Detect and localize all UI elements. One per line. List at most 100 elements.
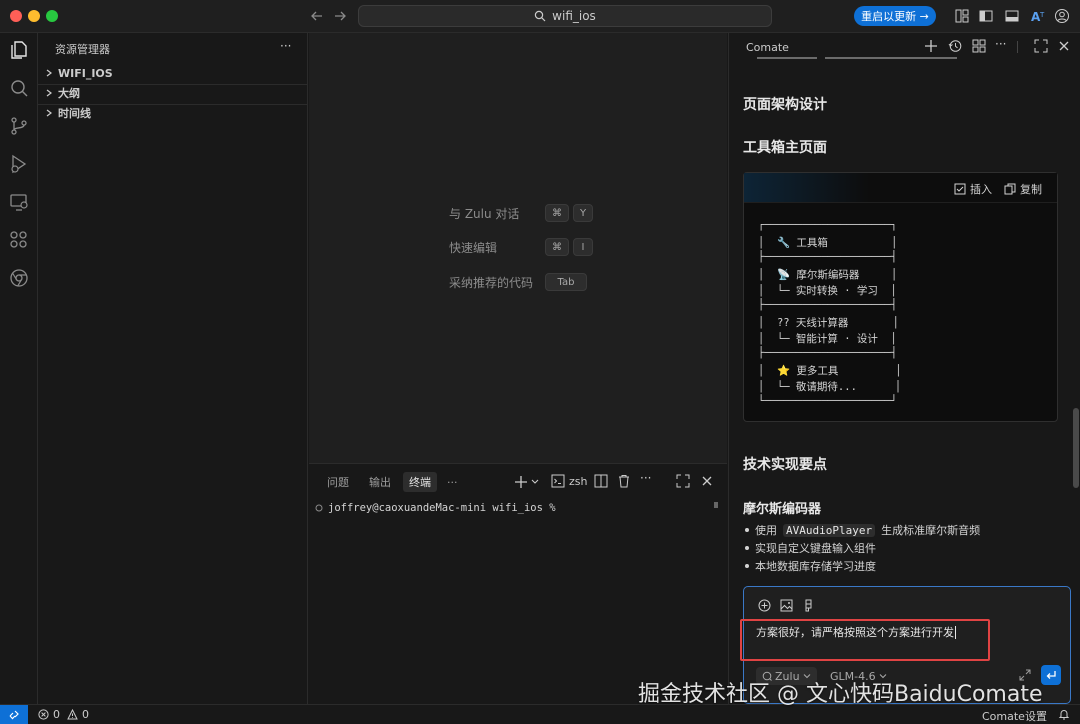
- explorer-more-button[interactable]: ···: [280, 39, 291, 53]
- trash-icon[interactable]: [617, 474, 631, 488]
- kbd-cmd: ⌘: [545, 204, 569, 222]
- chat-more-button[interactable]: ···: [995, 37, 1006, 51]
- watermark-text: 掘金技术社区 @ 文心快码BaiduComate: [638, 682, 1043, 707]
- hint-quick-edit: 快速编辑 ⌘ I: [449, 238, 593, 256]
- code-line: │ ⭐ 更多工具 │: [758, 365, 902, 377]
- close-panel-icon[interactable]: [700, 474, 714, 488]
- chevron-right-icon: [44, 88, 54, 98]
- heading-tech-points: 技术实现要点: [743, 457, 827, 473]
- code-line: │ 📡 摩尔斯编码器 │: [758, 269, 898, 281]
- shell-name: zsh: [569, 474, 588, 488]
- toggle-sidebar-icon[interactable]: [978, 8, 994, 24]
- tree-item-outline[interactable]: 大纲: [44, 83, 80, 103]
- bottom-panel: 问题 输出 终端 ··· zsh ··· joffrey@caoxuandeMa…: [309, 463, 727, 704]
- toggle-panel-icon[interactable]: [1004, 8, 1020, 24]
- split-terminal-icon[interactable]: [594, 474, 608, 488]
- tab-output[interactable]: 输出: [363, 472, 397, 492]
- plugins-icon[interactable]: [972, 39, 986, 53]
- search-icon: [534, 10, 546, 22]
- code-line: ├────────────────────┤: [758, 347, 898, 359]
- highlight-box: [740, 619, 990, 661]
- warning-icon: [67, 709, 78, 720]
- remote-icon: [8, 709, 20, 721]
- tree-item-label: 时间线: [58, 107, 91, 120]
- forward-arrow-icon[interactable]: [332, 8, 348, 24]
- tree-item-timeline[interactable]: 时间线: [44, 103, 91, 123]
- chevron-right-icon: [44, 68, 54, 78]
- tree-item-wifi-ios[interactable]: WIFI_IOS: [44, 63, 113, 83]
- code-line: ├────────────────────┤: [758, 251, 898, 263]
- layout-customize-icon[interactable]: [954, 8, 970, 24]
- code-line: │ ?? 天线计算器 │: [758, 317, 900, 329]
- back-arrow-icon[interactable]: [309, 8, 325, 24]
- expand-chat-icon[interactable]: [1034, 39, 1048, 53]
- code-line: └────────────────────┘: [758, 395, 898, 407]
- copy-icon: [1004, 183, 1016, 195]
- clipped-text-line: [757, 56, 957, 60]
- restart-to-update-button[interactable]: 重启以更新 →: [854, 6, 936, 26]
- source-control-icon[interactable]: [8, 115, 30, 137]
- insert-code-button[interactable]: 插入: [954, 181, 992, 197]
- terminal-icon: [551, 474, 565, 488]
- remote-explorer-icon[interactable]: [8, 191, 30, 213]
- kbd-cmd: ⌘: [545, 238, 569, 256]
- comate-settings-status[interactable]: Comate设置: [982, 708, 1047, 724]
- browser-icon[interactable]: [8, 267, 30, 289]
- account-icon[interactable]: [1054, 8, 1070, 24]
- chat-scrollbar[interactable]: [1073, 408, 1079, 488]
- search-text: wifi_ios: [552, 9, 596, 23]
- error-icon: [38, 709, 49, 720]
- remote-indicator[interactable]: [0, 705, 28, 724]
- image-upload-icon[interactable]: [780, 599, 793, 612]
- add-context-icon[interactable]: [758, 599, 771, 612]
- activity-bar: [0, 33, 38, 704]
- terminal-scrollbar[interactable]: [714, 502, 718, 508]
- notifications-bell-icon[interactable]: [1058, 708, 1070, 720]
- header-separator: [1017, 41, 1018, 53]
- send-button[interactable]: [1041, 665, 1061, 685]
- checkbox-icon: [954, 183, 966, 195]
- code-line: ├────────────────────┤: [758, 299, 898, 311]
- hint-chat-zulu: 与 Zulu 对话 ⌘ Y: [449, 204, 594, 222]
- maximize-panel-icon[interactable]: [676, 474, 690, 488]
- history-icon[interactable]: [948, 39, 962, 53]
- kbd-tab: Tab: [545, 273, 587, 291]
- explorer-files-icon[interactable]: [8, 39, 30, 61]
- new-terminal-icon[interactable]: [514, 474, 540, 490]
- chat-title: Comate: [746, 41, 789, 54]
- copy-code-button[interactable]: 复制: [1004, 181, 1042, 197]
- code-line: │ 🔧 工具箱 │: [758, 237, 898, 249]
- circle-icon: [315, 504, 323, 512]
- comate-chat-panel: Comate ··· 页面架构设计 工具箱主页面 插入 复制 ┌────────…: [728, 33, 1080, 704]
- terminal-prompt-line[interactable]: joffrey@caoxuandeMac-mini wifi_ios %: [315, 502, 556, 514]
- close-chat-icon[interactable]: [1057, 39, 1071, 53]
- inline-code: AVAudioPlayer: [783, 523, 876, 537]
- kbd-y: Y: [573, 204, 594, 222]
- tab-problems[interactable]: 问题: [321, 472, 355, 492]
- maximize-window-button[interactable]: [46, 10, 58, 22]
- run-debug-icon[interactable]: [8, 153, 30, 175]
- close-window-button[interactable]: [10, 10, 22, 22]
- hint-accept-code: 采纳推荐的代码 Tab: [449, 273, 587, 291]
- new-chat-icon[interactable]: [924, 39, 938, 53]
- problems-status[interactable]: 0 0: [38, 708, 89, 721]
- command-center-search[interactable]: wifi_ios: [358, 5, 772, 27]
- heading-toolbox-page: 工具箱主页面: [743, 140, 827, 156]
- svg-text:T: T: [1039, 11, 1045, 19]
- tree-item-label: WIFI_IOS: [58, 66, 113, 80]
- kbd-i: I: [573, 238, 593, 256]
- title-bar: wifi_ios 重启以更新 → AT: [0, 0, 1080, 33]
- editor-area: 与 Zulu 对话 ⌘ Y 快速编辑 ⌘ I 采纳推荐的代码 Tab: [309, 33, 727, 463]
- terminal-prompt: joffrey@caoxuandeMac-mini wifi_ios %: [328, 502, 556, 514]
- panel-actions-more[interactable]: ···: [640, 471, 651, 485]
- list-item: 本地数据库存储学习进度: [745, 558, 876, 574]
- panel-more-button[interactable]: ···: [441, 472, 464, 492]
- tab-terminal[interactable]: 终端: [403, 472, 437, 492]
- terminal-shell-selector[interactable]: zsh: [551, 474, 587, 488]
- list-item: 实现自定义键盘输入组件: [745, 540, 876, 556]
- translate-icon[interactable]: AT: [1030, 8, 1046, 24]
- minimize-window-button[interactable]: [28, 10, 40, 22]
- extensions-icon[interactable]: [8, 229, 30, 251]
- figma-icon[interactable]: [802, 599, 815, 612]
- search-icon[interactable]: [8, 77, 30, 99]
